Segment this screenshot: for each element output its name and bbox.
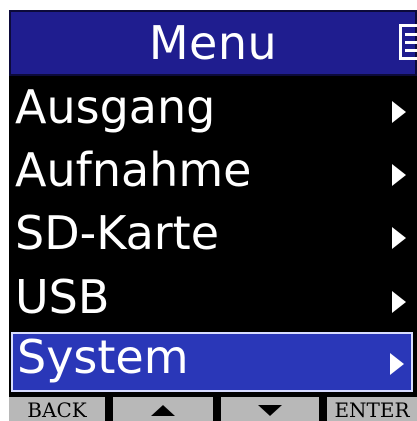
menu-item-label: SD-Karte bbox=[15, 206, 220, 260]
menu-item-label: USB bbox=[15, 270, 110, 324]
up-triangle-icon bbox=[151, 405, 175, 416]
up-button[interactable] bbox=[113, 397, 213, 421]
list-icon-line bbox=[405, 49, 417, 52]
chevron-right-icon bbox=[392, 291, 406, 313]
page-title: Menu bbox=[148, 16, 278, 70]
device-screen: Menu Ausgang Aufnahme SD-Karte USB Syste… bbox=[9, 10, 417, 421]
menu-item-label: Aufnahme bbox=[15, 143, 252, 197]
menu-item-system[interactable]: System bbox=[11, 330, 413, 392]
down-triangle-icon bbox=[258, 405, 282, 416]
list-icon-line bbox=[405, 41, 417, 44]
enter-button-label: ENTER bbox=[334, 398, 410, 421]
softkey-bar: BACK ENTER bbox=[9, 397, 417, 421]
back-button-label: BACK bbox=[27, 398, 87, 421]
title-bar: Menu bbox=[9, 10, 417, 76]
list-icon-line bbox=[405, 33, 417, 36]
chevron-right-icon bbox=[390, 353, 404, 375]
menu-item-label: Ausgang bbox=[15, 80, 216, 134]
chevron-right-icon bbox=[392, 227, 406, 249]
chevron-right-icon bbox=[392, 101, 406, 123]
down-button[interactable] bbox=[221, 397, 319, 421]
menu-item-aufnahme[interactable]: Aufnahme bbox=[11, 143, 413, 205]
menu-item-sd-karte[interactable]: SD-Karte bbox=[11, 206, 413, 268]
back-button[interactable]: BACK bbox=[9, 397, 105, 421]
menu-item-ausgang[interactable]: Ausgang bbox=[11, 80, 413, 142]
menu-item-label: System bbox=[17, 330, 189, 384]
chevron-right-icon bbox=[392, 164, 406, 186]
menu-item-usb[interactable]: USB bbox=[11, 270, 413, 332]
enter-button[interactable]: ENTER bbox=[327, 397, 417, 421]
list-icon bbox=[399, 24, 417, 60]
